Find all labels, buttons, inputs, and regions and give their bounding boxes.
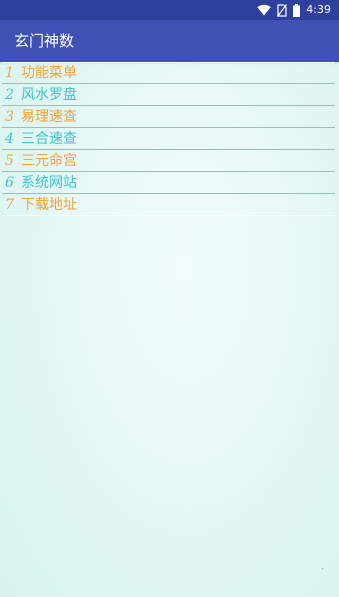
menu-item-fengshui-compass[interactable]: 2 风水罗盘 [2,84,335,106]
item-label: 功能菜单 [21,65,77,81]
item-label: 三合速查 [21,130,77,147]
item-number: 1 [5,65,14,81]
menu-item-system-website[interactable]: 6 系统网站 [2,172,335,194]
app-title: 玄门神数 [14,32,75,50]
status-time: 4:39 [306,3,331,16]
status-bar: 4:39 [0,0,339,20]
item-number: 5 [5,152,14,169]
menu-item-sanhe-lookup[interactable]: 4 三合速查 [2,128,335,150]
no-sim-icon [277,3,288,17]
menu-item-sanyuan-minggong[interactable]: 5 三元命宫 [2,150,335,172]
app-bar: 玄门神数 [0,20,339,62]
status-icons: 4:39 [257,3,331,17]
item-label: 三元命宫 [21,152,77,169]
menu-item-function-menu[interactable]: 1 功能菜单 [2,62,335,84]
battery-icon [293,3,301,17]
item-label: 系统网站 [21,174,77,191]
item-number: 2 [5,86,14,103]
item-number: 7 [5,196,14,213]
menu-list: 1 功能菜单 2 风水罗盘 3 易理速查 4 三合速查 5 三元命宫 6 系统网… [2,62,335,216]
item-label: 风水罗盘 [21,86,77,103]
menu-item-download-address[interactable]: 7 下载地址 [2,194,335,216]
app-screen: 4:39 玄门神数 1 功能菜单 2 风水罗盘 3 易理速查 4 三合速查 5 … [0,0,339,597]
menu-item-yili-lookup[interactable]: 3 易理速查 [2,106,335,128]
item-number: 3 [5,108,14,125]
item-label: 下载地址 [21,196,77,213]
item-label: 易理速查 [21,108,77,125]
item-number: 4 [5,130,14,147]
item-number: 6 [5,174,14,191]
wifi-icon [257,4,271,16]
background-speck [322,568,323,569]
